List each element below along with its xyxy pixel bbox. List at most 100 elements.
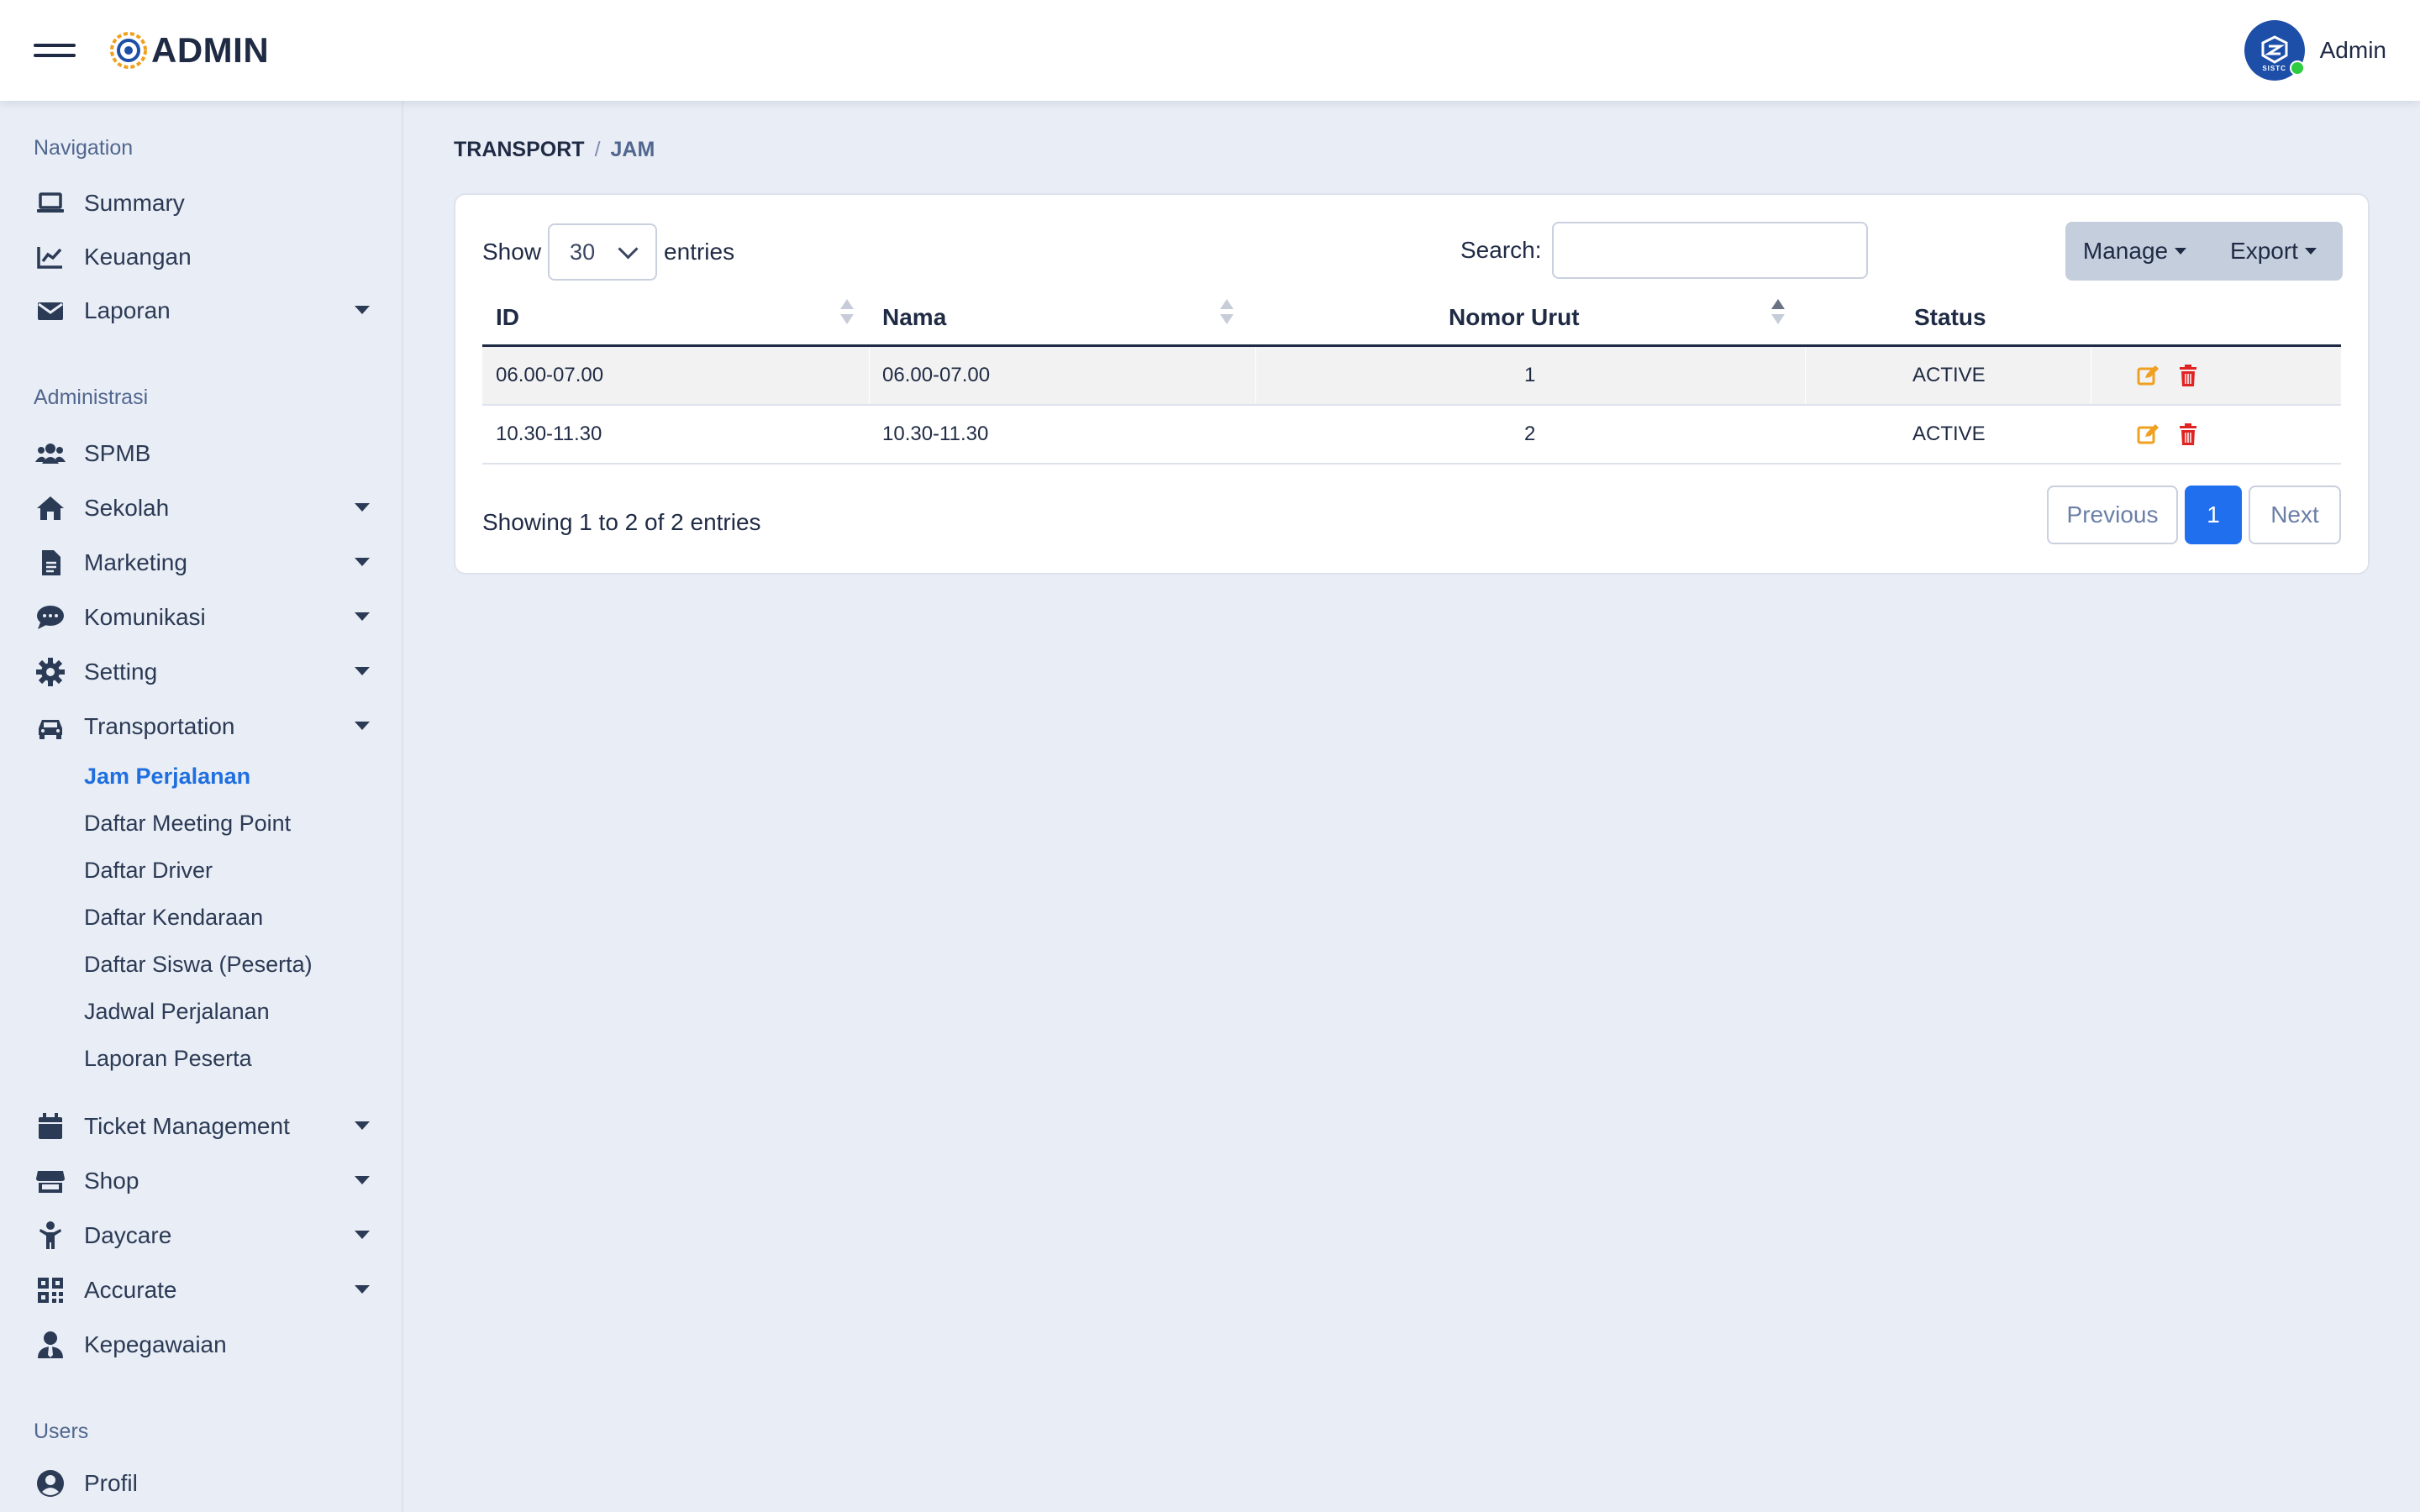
entries-label: entries xyxy=(664,239,735,265)
chevron-down-icon xyxy=(355,612,370,621)
cell-nama: 10.30-11.30 xyxy=(882,423,989,445)
sidebar-item-shop[interactable]: Shop xyxy=(34,1159,370,1203)
sidebar-item-transportation[interactable]: Transportation xyxy=(34,705,370,748)
sidebar-subitem-laporan-peserta[interactable]: Laporan Peserta xyxy=(84,1046,252,1072)
edit-icon[interactable] xyxy=(2136,364,2160,387)
sidebar-item-profil[interactable]: Profil xyxy=(34,1462,370,1505)
chevron-down-icon xyxy=(355,1231,370,1239)
data-table: ID Nama Nomor Urut Status 06.00-07.00 06… xyxy=(482,289,2341,465)
qrcode-icon xyxy=(34,1273,67,1307)
table-row: 10.30-11.30 10.30-11.30 2 ACTIVE xyxy=(482,406,2341,465)
show-entries: Show 30 entries xyxy=(482,223,734,281)
chevron-down-icon xyxy=(355,667,370,675)
chevron-down-icon xyxy=(355,1121,370,1130)
sidebar-item-sekolah[interactable]: Sekolah xyxy=(34,486,370,530)
action-button-group: Manage Export xyxy=(2065,222,2343,281)
chevron-down-icon xyxy=(355,503,370,512)
comment-icon xyxy=(34,601,67,634)
home-icon xyxy=(34,491,67,525)
chart-line-icon xyxy=(34,240,67,274)
gear-icon xyxy=(34,655,67,689)
previous-page-button[interactable]: Previous xyxy=(2047,486,2178,544)
sidebar-subitem-daftar-kendaraan[interactable]: Daftar Kendaraan xyxy=(84,905,263,931)
calendar-icon xyxy=(34,1110,67,1143)
user-name: Admin xyxy=(2319,37,2386,63)
store-icon xyxy=(34,1164,67,1198)
chevron-down-icon xyxy=(355,558,370,566)
sidebar-item-daycare[interactable]: Daycare xyxy=(34,1214,370,1257)
section-title-users: Users xyxy=(34,1420,89,1443)
manage-dropdown-button[interactable]: Manage xyxy=(2065,222,2204,281)
hamburger-menu-icon[interactable] xyxy=(34,40,76,60)
chevron-down-icon xyxy=(355,722,370,730)
entries-select[interactable]: 30 xyxy=(548,223,658,281)
column-header-status: Status xyxy=(1914,304,1986,330)
sidebar-item-summary[interactable]: Summary xyxy=(34,181,370,225)
child-icon xyxy=(34,1219,67,1252)
cell-id: 06.00-07.00 xyxy=(496,364,604,386)
section-title-navigation: Navigation xyxy=(34,136,134,160)
search: Search: xyxy=(1460,222,1868,279)
pagination: Previous 1 Next xyxy=(2040,486,2341,544)
file-icon xyxy=(34,546,67,580)
user-menu[interactable]: SISTC Admin xyxy=(2244,20,2386,81)
sidebar-item-setting[interactable]: Setting xyxy=(34,650,370,694)
table-row: 06.00-07.00 06.00-07.00 1 ACTIVE xyxy=(482,347,2341,406)
table-info: Showing 1 to 2 of 2 entries xyxy=(482,509,761,535)
laptop-icon xyxy=(34,186,67,220)
section-title-administrasi: Administrasi xyxy=(34,386,149,409)
top-bar: ADMIN SISTC Admin xyxy=(0,0,2420,101)
sidebar: Navigation Summary Keuangan Laporan Admi… xyxy=(0,101,403,1512)
chevron-down-icon xyxy=(355,1285,370,1294)
gear-logo-icon xyxy=(110,32,147,69)
search-label: Search: xyxy=(1460,237,1542,263)
user-circle-icon xyxy=(34,1467,67,1500)
sidebar-item-laporan[interactable]: Laporan xyxy=(34,289,370,333)
users-icon xyxy=(34,437,67,470)
column-header-nomor-urut[interactable]: Nomor Urut xyxy=(1449,304,1580,331)
logo[interactable]: ADMIN xyxy=(109,30,269,71)
next-page-button[interactable]: Next xyxy=(2249,486,2341,544)
edit-icon[interactable] xyxy=(2136,423,2160,446)
online-status-dot xyxy=(2289,60,2305,76)
sidebar-item-ticket-management[interactable]: Ticket Management xyxy=(34,1105,370,1148)
trash-icon[interactable] xyxy=(2176,423,2200,446)
envelope-icon xyxy=(34,294,67,328)
car-icon xyxy=(34,710,67,743)
breadcrumb: TRANSPORT / JAM xyxy=(454,138,655,162)
cell-status: ACTIVE xyxy=(1912,364,1986,386)
breadcrumb-current: JAM xyxy=(610,138,655,161)
chevron-down-icon xyxy=(355,306,370,314)
data-table-card: Show 30 entries Search: Manage Export ID… xyxy=(454,193,2370,575)
sidebar-subitem-daftar-siswa[interactable]: Daftar Siswa (Peserta) xyxy=(84,952,313,978)
sidebar-subitem-jadwal-perjalanan[interactable]: Jadwal Perjalanan xyxy=(84,999,270,1025)
sidebar-item-accurate[interactable]: Accurate xyxy=(34,1268,370,1312)
breadcrumb-separator: / xyxy=(594,138,601,161)
caret-down-icon xyxy=(2304,248,2317,255)
sidebar-item-marketing[interactable]: Marketing xyxy=(34,541,370,585)
breadcrumb-parent[interactable]: TRANSPORT xyxy=(454,138,585,161)
cell-status: ACTIVE xyxy=(1912,423,1986,445)
show-label: Show xyxy=(482,239,542,265)
chevron-down-icon xyxy=(618,238,639,260)
sort-icon[interactable] xyxy=(840,299,854,329)
sidebar-item-spmb[interactable]: SPMB xyxy=(34,432,370,475)
sidebar-item-kepegawaian[interactable]: Kepegawaian xyxy=(34,1323,370,1367)
search-input[interactable] xyxy=(1551,222,1868,279)
export-dropdown-button[interactable]: Export xyxy=(2204,222,2343,281)
page-1-button[interactable]: 1 xyxy=(2185,486,2242,544)
column-header-nama[interactable]: Nama xyxy=(882,304,946,331)
sidebar-subitem-daftar-meeting-point[interactable]: Daftar Meeting Point xyxy=(84,811,291,837)
avatar: SISTC xyxy=(2244,20,2305,81)
sidebar-subitem-daftar-driver[interactable]: Daftar Driver xyxy=(84,858,213,884)
cell-id: 10.30-11.30 xyxy=(496,423,602,445)
sidebar-item-komunikasi[interactable]: Komunikasi xyxy=(34,596,370,639)
sidebar-subitem-jam-perjalanan[interactable]: Jam Perjalanan xyxy=(84,764,250,790)
sidebar-item-keuangan[interactable]: Keuangan xyxy=(34,235,370,279)
sort-asc-icon[interactable] xyxy=(1771,299,1785,329)
table-header: ID Nama Nomor Urut Status xyxy=(482,289,2341,347)
entries-select-value: 30 xyxy=(570,239,596,265)
column-header-id[interactable]: ID xyxy=(496,304,519,331)
trash-icon[interactable] xyxy=(2176,364,2200,387)
sort-icon[interactable] xyxy=(1220,299,1234,329)
